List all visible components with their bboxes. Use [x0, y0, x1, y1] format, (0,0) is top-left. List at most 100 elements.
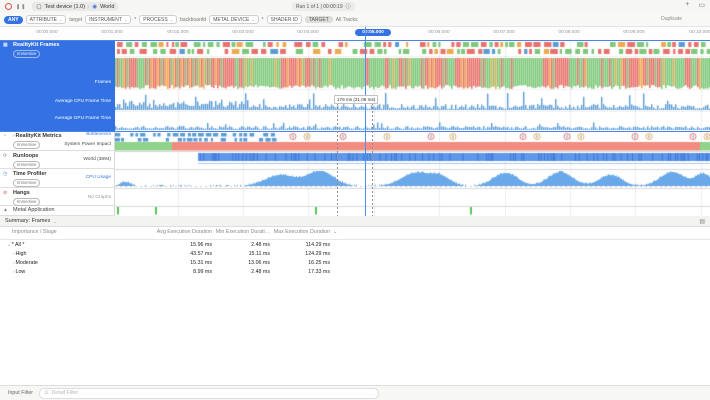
filter-token-attribute[interactable]: ATTRIBUTE⌄ [26, 15, 67, 24]
sort-chevron-icon[interactable]: ⌄ [333, 229, 337, 235]
lane-label-world-runloop: World (3894) [83, 157, 111, 162]
record-button[interactable] [5, 3, 12, 10]
input-filter-label: Input Filter [8, 390, 33, 396]
disclosure-open-icon[interactable]: ⌄ [7, 242, 11, 247]
disclosure-icon[interactable]: › [13, 251, 15, 256]
timeline-track-area: ▦ RealityKit Frames Immersive Frames Ave… [0, 40, 710, 216]
filter-token-target-value[interactable]: target [69, 17, 82, 23]
lane-label-avg-gpu-frame-time: Average GPU Frame Time [55, 116, 111, 121]
chevron-down-icon: ⌄ [251, 17, 254, 22]
disclosure-icon[interactable]: › [13, 133, 15, 138]
cell-max: 124.29 ms [248, 251, 330, 257]
track-filter-bar: ANY ATTRIBUTE⌄ target INSTRUMENT⌄ * PROC… [0, 13, 710, 27]
run-info-badge[interactable]: Run 1 of 1 | 00:00:19 ⓘ [292, 2, 355, 11]
lane-label-cpu-usage: CPU Usage [86, 175, 111, 180]
detail-pane-title: Summary: Frames [5, 218, 50, 224]
time-ruler[interactable]: 00:00.000 00:01.000 00:02.000 00:03.000 … [0, 27, 710, 41]
track-header-realitykit-metrics[interactable]: ◔ ›RealityKit Metrics Immersive Bottlene… [0, 131, 115, 151]
track-badge: Immersive [13, 141, 40, 149]
filter-token-any[interactable]: ANY [4, 16, 23, 24]
selected-track-border-bottom [0, 131, 710, 132]
chevron-down-icon: ⌄ [124, 17, 127, 22]
disclosure-icon[interactable]: › [13, 260, 15, 265]
time-profiler-track-icon: ◷ [3, 171, 7, 177]
track-title: RealityKit Frames [13, 42, 59, 48]
filter-token-process[interactable]: PROCESS⌄ [139, 15, 177, 24]
metal-track-icon: ▲ [3, 207, 8, 213]
track-header-hangs[interactable]: ⊘ Hangs Immersive No Graphs [0, 188, 115, 206]
filter-token-metal-device[interactable]: METAL DEVICE⌄ [209, 15, 258, 24]
ruler-tick: 00:09.000 [616, 30, 652, 35]
detail-filter-placeholder: Detail Filter [51, 390, 78, 396]
ruler-tick: 00:02.000 [160, 30, 196, 35]
table-row-all[interactable]: ⌄* All * [7, 242, 24, 248]
cell-max: 16.25 ms [248, 260, 330, 266]
lane-label-system-power-impact: System Power Impact [64, 142, 111, 147]
track-header-runloops[interactable]: ⟳ Runloops Immersive World (3894) [0, 151, 115, 169]
col-max-duration[interactable]: Max Execution Duration [248, 229, 330, 235]
hangs-track-icon: ⊘ [3, 190, 7, 196]
pane-layout-icon[interactable]: ▤ [699, 218, 705, 225]
device-target-chip[interactable]: ▢ Test device (1.0) › ◉ World [32, 2, 118, 11]
filter-token-wildcard[interactable]: * [134, 17, 136, 23]
range-end-line[interactable] [372, 95, 373, 216]
table-header-divider [0, 239, 710, 240]
filter-token-target[interactable]: TARGET [305, 16, 333, 23]
app-icon: ◉ [92, 4, 97, 10]
ruler-tick: 00:03.000 [225, 30, 261, 35]
ruler-tick-selected: 00:05.000 [355, 29, 391, 36]
track-badge: Immersive [13, 161, 40, 169]
pause-button[interactable]: ❚❚ [16, 4, 26, 10]
range-start-line[interactable] [337, 95, 338, 216]
cell-max: 17.33 ms [248, 269, 330, 275]
disclosure-icon[interactable]: › [13, 269, 15, 274]
metrics-track-icon: ◔ [3, 133, 6, 139]
track-header-metal-application[interactable]: ▲ Metal Application [0, 206, 115, 216]
add-instrument-button[interactable]: + [685, 1, 689, 9]
chevron-down-icon[interactable]: ⌄ [53, 219, 56, 224]
filter-token-process-value[interactable]: backboardd [180, 17, 206, 23]
table-row-high[interactable]: ›High [13, 251, 26, 257]
filter-token-shader-id[interactable]: SHADER ID [267, 15, 302, 24]
selected-track-border-top [0, 40, 710, 41]
device-name: Test device (1.0) [45, 4, 85, 10]
track-header-realitykit-frames[interactable]: ▦ RealityKit Frames Immersive Frames Ave… [0, 40, 115, 131]
duplicate-button[interactable]: Duplicate [661, 16, 682, 22]
main-toolbar: ❚❚ ▢ Test device (1.0) › ◉ World Run 1 o… [0, 0, 710, 14]
col-importance-stage[interactable]: Importance / Stage [12, 229, 57, 235]
table-row-low[interactable]: ›Low [13, 269, 25, 275]
detail-pane-header[interactable]: Summary: Frames ⌄ ▤ [0, 216, 710, 227]
ruler-tick: 00:06.000 [421, 30, 457, 35]
bottom-filter-bar: Input Filter ⊙ Detail Filter [0, 385, 710, 400]
ruler-tick: 00:01.000 [94, 30, 130, 35]
app-name: World [100, 4, 114, 10]
lane-label-avg-cpu-frame-time: Average CPU Frame Time [55, 99, 111, 104]
track-badge: Immersive [13, 179, 40, 187]
ruler-tick: 00:08.000 [551, 30, 587, 35]
track-title: ›RealityKit Metrics [13, 133, 62, 139]
track-sidebar: ▦ RealityKit Frames Immersive Frames Ave… [0, 40, 115, 216]
runloops-track-icon: ⟳ [3, 153, 7, 159]
frames-track-icon: ▦ [3, 42, 8, 48]
filter-token-wildcard2[interactable]: * [262, 17, 264, 23]
track-title: Time Profiler [13, 171, 47, 177]
cell-max: 114.29 ms [248, 242, 330, 248]
lane-label-no-graphs: No Graphs [88, 195, 111, 200]
detail-filter-input[interactable]: ⊙ Detail Filter [39, 388, 379, 399]
ruler-tick: 00:10.000 [682, 30, 710, 35]
ruler-tick: 00:07.000 [486, 30, 522, 35]
filter-icon: ⊙ [44, 390, 48, 396]
playhead[interactable] [365, 27, 366, 216]
filter-token-instrument[interactable]: INSTRUMENT⌄ [85, 15, 131, 24]
lane-label-bottlenecks: Bottlenecks [86, 132, 111, 137]
track-header-time-profiler[interactable]: ◷ Time Profiler Immersive CPU Usage [0, 169, 115, 188]
timeline-canvas[interactable] [115, 40, 710, 216]
ruler-tick: 00:04.000 [290, 30, 326, 35]
track-badge: Immersive [13, 198, 40, 206]
track-title: Runloops [13, 153, 38, 159]
display-settings-icon[interactable]: ▭ [698, 1, 705, 9]
filter-token-all-tracks[interactable]: All Tracks [336, 17, 358, 23]
table-row-moderate[interactable]: ›Moderate [13, 260, 38, 266]
ruler-tick: 00:00.000 [29, 30, 65, 35]
run-info-label: Run 1 of 1 | 00:00:19 [296, 4, 343, 10]
